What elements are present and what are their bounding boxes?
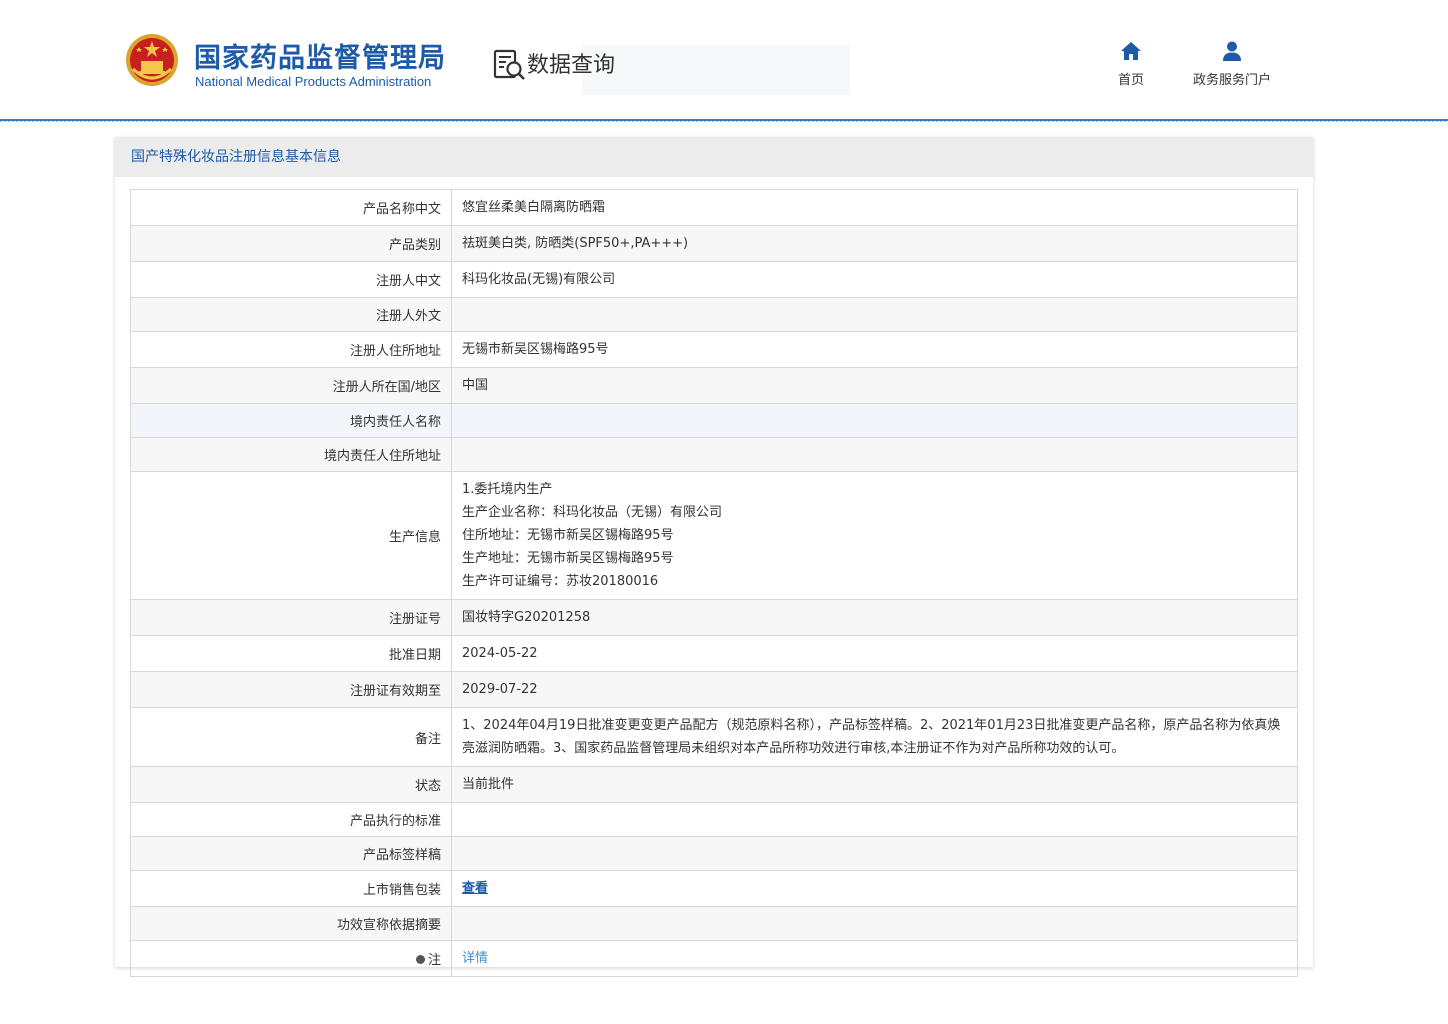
row-value: 中国 bbox=[451, 367, 1298, 404]
row-value bbox=[451, 906, 1298, 941]
site-logo-subtitle: National Medical Products Administration bbox=[195, 74, 432, 89]
table-row: 注册人中文 科玛化妆品(无锡)有限公司 bbox=[130, 261, 1298, 298]
nav-service-portal[interactable]: 政务服务门户 bbox=[1184, 40, 1280, 88]
row-key: 上市销售包装 bbox=[130, 870, 452, 907]
row-key: 备注 bbox=[130, 707, 452, 767]
table-row: 注 详情 bbox=[130, 940, 1298, 977]
row-key: 生产信息 bbox=[130, 471, 452, 600]
row-value: 祛斑美白类, 防晒类(SPF50+,PA+++) bbox=[451, 225, 1298, 262]
lightbulb-icon bbox=[415, 955, 425, 964]
registration-info-table: 产品名称中文 悠宜丝柔美白隔离防晒霜 产品类别 祛斑美白类, 防晒类(SPF50… bbox=[130, 189, 1298, 977]
production-line: 生产许可证编号：苏妆20180016 bbox=[462, 574, 659, 589]
row-value: 无锡市新吴区锡梅路95号 bbox=[451, 331, 1298, 368]
production-line: 住所地址：无锡市新吴区锡梅路95号 bbox=[462, 528, 674, 543]
row-value: 2024-05-22 bbox=[451, 635, 1298, 672]
row-value: 悠宜丝柔美白隔离防晒霜 bbox=[451, 189, 1298, 226]
row-key: 功效宣称依据摘要 bbox=[130, 906, 452, 941]
table-row: 注册人外文 bbox=[130, 297, 1298, 332]
nav-home-label: 首页 bbox=[1117, 73, 1144, 88]
data-query-icon bbox=[493, 49, 525, 80]
site-header: 国家药品监督管理局 National Medical Products Admi… bbox=[0, 0, 1448, 120]
row-key: 境内责任人住所地址 bbox=[130, 437, 452, 472]
details-link[interactable]: 详情 bbox=[462, 951, 488, 966]
row-key: 产品名称中文 bbox=[130, 189, 452, 226]
site-logo-title: 国家药品监督管理局 bbox=[194, 43, 446, 74]
row-key: 注册证号 bbox=[130, 599, 452, 636]
row-value: 1、2024年04月19日批准变更变更产品配方（规范原料名称），产品标签样稿。2… bbox=[451, 707, 1298, 767]
row-key: 产品类别 bbox=[130, 225, 452, 262]
data-query-title: 数据查询 bbox=[527, 53, 616, 78]
header-divider-dotted bbox=[0, 121, 1448, 122]
table-row: 功效宣称依据摘要 bbox=[130, 906, 1298, 941]
table-row: 注册证有效期至 2029-07-22 bbox=[130, 671, 1298, 708]
row-key: 注册人所在国/地区 bbox=[130, 367, 452, 404]
row-value: 2029-07-22 bbox=[451, 671, 1298, 708]
nav-home[interactable]: 首页 bbox=[1111, 40, 1151, 88]
row-key: 产品执行的标准 bbox=[130, 802, 452, 837]
row-value: 查看 bbox=[451, 870, 1298, 907]
table-row: 产品名称中文 悠宜丝柔美白隔离防晒霜 bbox=[130, 189, 1298, 226]
production-info: 1.委托境内生产 生产企业名称：科玛化妆品（无锡）有限公司 住所地址：无锡市新吴… bbox=[451, 471, 1298, 600]
table-row: 上市销售包装 查看 bbox=[130, 870, 1298, 907]
row-key: 注册人住所地址 bbox=[130, 331, 452, 368]
production-line: 生产地址：无锡市新吴区锡梅路95号 bbox=[462, 551, 674, 566]
table-row: 状态 当前批件 bbox=[130, 766, 1298, 803]
table-row: 注册证号 国妆特字G20201258 bbox=[130, 599, 1298, 636]
row-key: 产品标签样稿 bbox=[130, 836, 452, 871]
row-value: 国妆特字G20201258 bbox=[451, 599, 1298, 636]
table-row: 境内责任人名称 bbox=[130, 403, 1298, 438]
table-row: 境内责任人住所地址 bbox=[130, 437, 1298, 472]
table-row: 产品标签样稿 bbox=[130, 836, 1298, 871]
table-row-production: 生产信息 1.委托境内生产 生产企业名称：科玛化妆品（无锡）有限公司 住所地址：… bbox=[130, 471, 1298, 600]
row-key: 境内责任人名称 bbox=[130, 403, 452, 438]
row-value: 详情 bbox=[451, 940, 1298, 977]
table-row: 批准日期 2024-05-22 bbox=[130, 635, 1298, 672]
row-value: 科玛化妆品(无锡)有限公司 bbox=[451, 261, 1298, 298]
row-key: 批准日期 bbox=[130, 635, 452, 672]
user-icon bbox=[1223, 41, 1241, 61]
national-emblem-icon bbox=[126, 34, 178, 86]
panel-title: 国产特殊化妆品注册信息基本信息 bbox=[115, 137, 1313, 177]
production-line: 生产企业名称：科玛化妆品（无锡）有限公司 bbox=[462, 505, 723, 520]
row-key: 注 bbox=[130, 940, 452, 977]
table-row: 注册人所在国/地区 中国 bbox=[130, 367, 1298, 404]
table-row: 产品执行的标准 bbox=[130, 802, 1298, 837]
view-package-link[interactable]: 查看 bbox=[462, 881, 488, 896]
table-row: 注册人住所地址 无锡市新吴区锡梅路95号 bbox=[130, 331, 1298, 368]
row-value bbox=[451, 297, 1298, 332]
nav-service-portal-label: 政务服务门户 bbox=[1192, 73, 1271, 88]
note-label: 注 bbox=[427, 953, 441, 968]
row-value bbox=[451, 802, 1298, 837]
row-value bbox=[451, 437, 1298, 472]
row-value bbox=[451, 836, 1298, 871]
production-line: 1.委托境内生产 bbox=[462, 482, 553, 497]
row-key: 注册人中文 bbox=[130, 261, 452, 298]
table-row: 产品类别 祛斑美白类, 防晒类(SPF50+,PA+++) bbox=[130, 225, 1298, 262]
row-key: 注册人外文 bbox=[130, 297, 452, 332]
row-key: 状态 bbox=[130, 766, 452, 803]
info-panel: 国产特殊化妆品注册信息基本信息 产品名称中文 悠宜丝柔美白隔离防晒霜 产品类别 … bbox=[115, 137, 1313, 977]
table-row-remarks: 备注 1、2024年04月19日批准变更变更产品配方（规范原料名称），产品标签样… bbox=[130, 707, 1298, 767]
row-value: 当前批件 bbox=[451, 766, 1298, 803]
home-icon bbox=[1121, 42, 1141, 60]
row-key: 注册证有效期至 bbox=[130, 671, 452, 708]
row-value bbox=[451, 403, 1298, 438]
query-banner-background bbox=[582, 45, 850, 95]
